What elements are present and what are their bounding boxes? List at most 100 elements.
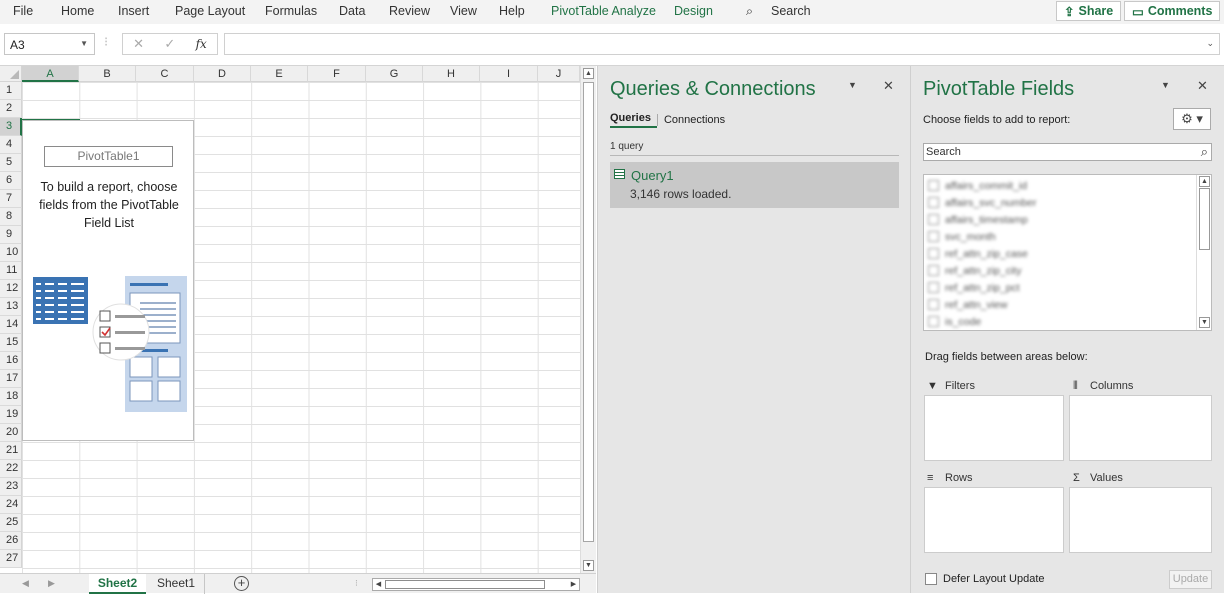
field-list-item[interactable]: ref_attn_zip_case <box>928 245 1028 262</box>
column-header[interactable]: D <box>194 66 251 82</box>
values-drop-area[interactable] <box>1069 487 1212 553</box>
filters-drop-area[interactable] <box>924 395 1064 461</box>
rows-drop-area[interactable] <box>924 487 1064 553</box>
field-list-scrollbar[interactable]: ▲ ▼ <box>1196 175 1211 330</box>
field-checkbox[interactable] <box>928 231 939 242</box>
horizontal-scrollbar[interactable]: ◀ ▶ <box>372 578 580 591</box>
field-checkbox[interactable] <box>928 265 939 276</box>
row-header[interactable]: 23 <box>0 478 22 496</box>
close-icon[interactable]: ✕ <box>883 78 894 94</box>
cancel-icon[interactable]: ✕ <box>133 36 144 52</box>
tab-insert[interactable]: Insert <box>118 4 149 18</box>
tab-file[interactable]: File <box>13 4 33 18</box>
field-list-item[interactable]: svc_month <box>928 228 996 245</box>
column-header[interactable]: C <box>136 66 194 82</box>
field-checkbox[interactable] <box>928 299 939 310</box>
add-sheet-icon[interactable]: + <box>234 576 249 591</box>
row-header[interactable]: 20 <box>0 424 22 442</box>
close-icon[interactable]: ✕ <box>1197 78 1208 94</box>
field-checkbox[interactable] <box>928 316 939 327</box>
row-header[interactable]: 3 <box>0 118 22 136</box>
tab-connections[interactable]: Connections <box>656 114 731 126</box>
scroll-down-icon[interactable]: ▼ <box>1199 317 1210 328</box>
field-checkbox[interactable] <box>928 197 939 208</box>
next-sheet-icon[interactable]: ▶ <box>48 578 55 589</box>
row-header[interactable]: 10 <box>0 244 22 262</box>
search-label[interactable]: Search <box>771 4 811 18</box>
search-icon[interactable]: ⌕ <box>746 4 753 19</box>
tab-design[interactable]: Design <box>674 4 713 18</box>
row-header[interactable]: 6 <box>0 172 22 190</box>
sheet-tab-sheet2[interactable]: Sheet2 <box>89 574 146 594</box>
field-list-item[interactable]: affairs_commit_id <box>928 177 1027 194</box>
comments-button[interactable]: ▭ Comments <box>1124 1 1221 21</box>
field-list-item[interactable]: affairs_svc_number <box>928 194 1036 211</box>
insert-function-icon[interactable]: fx <box>196 37 207 51</box>
name-box[interactable]: A3 ▼ <box>4 33 95 55</box>
row-header[interactable]: 24 <box>0 496 22 514</box>
field-list-item[interactable]: ref_attn_zip_pct <box>928 279 1020 296</box>
row-header[interactable]: 7 <box>0 190 22 208</box>
field-list-item[interactable]: ref_attn_zip_city <box>928 262 1021 279</box>
row-header[interactable]: 16 <box>0 352 22 370</box>
column-header[interactable]: H <box>423 66 480 82</box>
column-header[interactable]: G <box>366 66 423 82</box>
tab-formulas[interactable]: Formulas <box>265 4 317 18</box>
row-header[interactable]: 13 <box>0 298 22 316</box>
defer-layout-update[interactable]: Defer Layout Update <box>925 573 1045 585</box>
pane-options-icon[interactable]: ▼ <box>848 80 857 90</box>
tab-queries[interactable]: Queries <box>610 112 657 128</box>
scrollbar-thumb[interactable] <box>583 82 594 542</box>
tools-gear-button[interactable]: ⚙ ▾ <box>1173 108 1211 130</box>
field-list-item[interactable]: ref_attn_view <box>928 296 1007 313</box>
row-header[interactable]: 5 <box>0 154 22 172</box>
pivot-table-placeholder[interactable]: PivotTable1 To build a report, choose fi… <box>22 120 194 441</box>
field-checkbox[interactable] <box>928 180 939 191</box>
row-header[interactable]: 26 <box>0 532 22 550</box>
tab-page-layout[interactable]: Page Layout <box>175 4 245 18</box>
row-header[interactable]: 9 <box>0 226 22 244</box>
field-checkbox[interactable] <box>928 214 939 225</box>
scroll-left-icon[interactable]: ◀ <box>373 579 384 590</box>
columns-drop-area[interactable] <box>1069 395 1212 461</box>
query-item[interactable]: Query1 3,146 rows loaded. <box>610 162 899 208</box>
field-list-item[interactable]: affairs_timestamp <box>928 211 1028 228</box>
share-button[interactable]: ⇪ Share <box>1056 1 1122 21</box>
pane-options-icon[interactable]: ▼ <box>1161 80 1170 90</box>
chevron-down-icon[interactable]: ▼ <box>80 39 88 48</box>
tab-data[interactable]: Data <box>339 4 365 18</box>
field-list[interactable]: affairs_commit_id affairs_svc_number affai… <box>923 174 1212 331</box>
select-all-corner[interactable] <box>0 66 22 82</box>
defer-checkbox[interactable] <box>925 573 937 585</box>
row-header[interactable]: 15 <box>0 334 22 352</box>
formula-input[interactable]: ⌄ <box>224 33 1220 55</box>
tab-splitter[interactable]: ⁝ <box>355 578 358 589</box>
tab-help[interactable]: Help <box>499 4 525 18</box>
scroll-up-icon[interactable]: ▲ <box>583 68 594 79</box>
row-header[interactable]: 21 <box>0 442 22 460</box>
row-header[interactable]: 27 <box>0 550 22 568</box>
scroll-right-icon[interactable]: ▶ <box>568 579 579 590</box>
tab-home[interactable]: Home <box>61 4 94 18</box>
horizontal-scrollbar-thumb[interactable] <box>385 580 545 589</box>
scroll-up-icon[interactable]: ▲ <box>1199 176 1210 187</box>
column-header[interactable]: A <box>22 66 79 82</box>
row-header[interactable]: 1 <box>0 82 22 100</box>
column-header[interactable]: J <box>538 66 580 82</box>
scrollbar-thumb[interactable] <box>1199 188 1210 250</box>
row-header[interactable]: 18 <box>0 388 22 406</box>
expand-formula-icon[interactable]: ⌄ <box>1206 38 1214 49</box>
column-header[interactable]: B <box>79 66 136 82</box>
field-checkbox[interactable] <box>928 282 939 293</box>
row-header[interactable]: 2 <box>0 100 22 118</box>
row-header[interactable]: 12 <box>0 280 22 298</box>
scroll-down-icon[interactable]: ▼ <box>583 560 594 571</box>
row-header[interactable]: 22 <box>0 460 22 478</box>
enter-icon[interactable]: ✓ <box>164 36 175 52</box>
prev-sheet-icon[interactable]: ◀ <box>22 578 29 589</box>
row-header[interactable]: 17 <box>0 370 22 388</box>
row-header[interactable]: 4 <box>0 136 22 154</box>
field-search-input[interactable]: Search ⌕ <box>923 143 1212 161</box>
update-button[interactable]: Update <box>1169 570 1212 589</box>
column-header[interactable]: F <box>308 66 366 82</box>
